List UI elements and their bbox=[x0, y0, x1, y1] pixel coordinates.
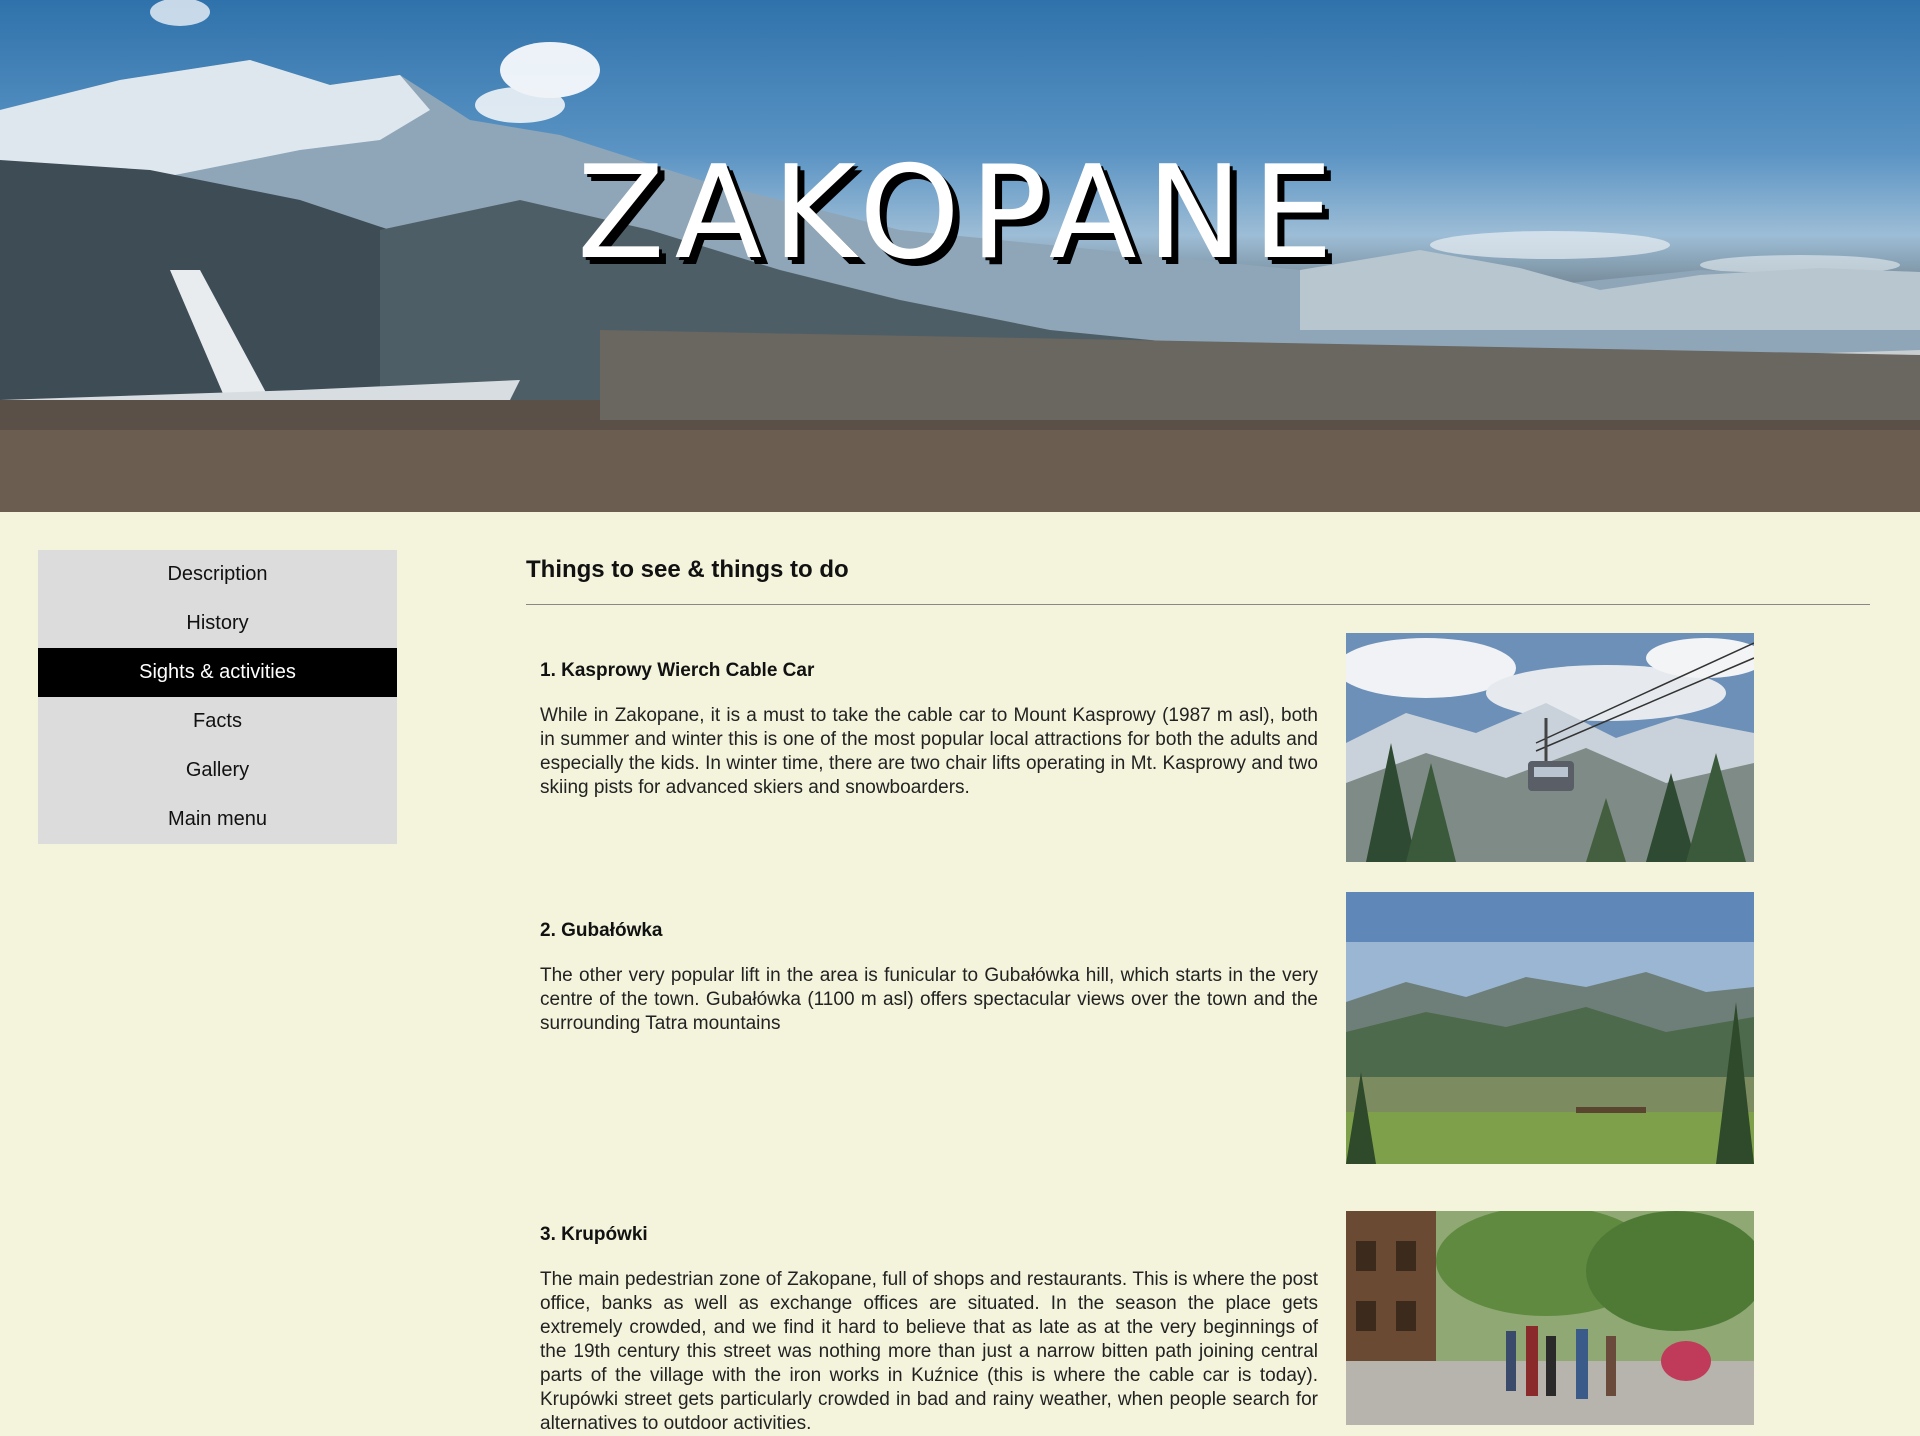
cable-car-photo bbox=[1346, 633, 1754, 862]
attraction-title: 1. Kasprowy Wierch Cable Car bbox=[540, 660, 815, 681]
page-title: ZAKOPANE bbox=[576, 139, 1344, 288]
attraction-item: 1. Kasprowy Wierch Cable Car While in Za… bbox=[540, 660, 1318, 800]
section-divider bbox=[526, 604, 1870, 605]
attraction-title: 2. Gubałówka bbox=[540, 920, 663, 941]
attraction-description: While in Zakopane, it is a must to take … bbox=[540, 705, 1318, 798]
attraction-title: 3. Krupówki bbox=[540, 1224, 648, 1245]
sidebar-item-history[interactable]: History bbox=[38, 599, 397, 648]
sidebar-item-description[interactable]: Description bbox=[38, 550, 397, 599]
main-content: Things to see & things to do 1. Kasprowy… bbox=[526, 540, 1870, 1434]
sidebar-item-facts[interactable]: Facts bbox=[38, 697, 397, 746]
attraction-description: The other very popular lift in the area … bbox=[540, 965, 1318, 1034]
sidebar-nav: Description History Sights & activities … bbox=[38, 550, 397, 844]
attraction-description: The main pedestrian zone of Zakopane, fu… bbox=[540, 1269, 1318, 1434]
krupowki-photo bbox=[1346, 1211, 1754, 1425]
hero-banner: ZAKOPANE bbox=[0, 0, 1920, 512]
attraction-item: 3. Krupówki The main pedestrian zone of … bbox=[540, 1224, 1318, 1436]
gubalowka-photo bbox=[1346, 892, 1754, 1164]
sidebar-item-main-menu[interactable]: Main menu bbox=[38, 795, 397, 844]
sidebar-item-gallery[interactable]: Gallery bbox=[38, 746, 397, 795]
section-title: Things to see & things to do bbox=[526, 556, 849, 583]
attraction-item: 2. Gubałówka The other very popular lift… bbox=[540, 920, 1318, 1036]
sidebar-item-sights-activities[interactable]: Sights & activities bbox=[38, 648, 397, 697]
